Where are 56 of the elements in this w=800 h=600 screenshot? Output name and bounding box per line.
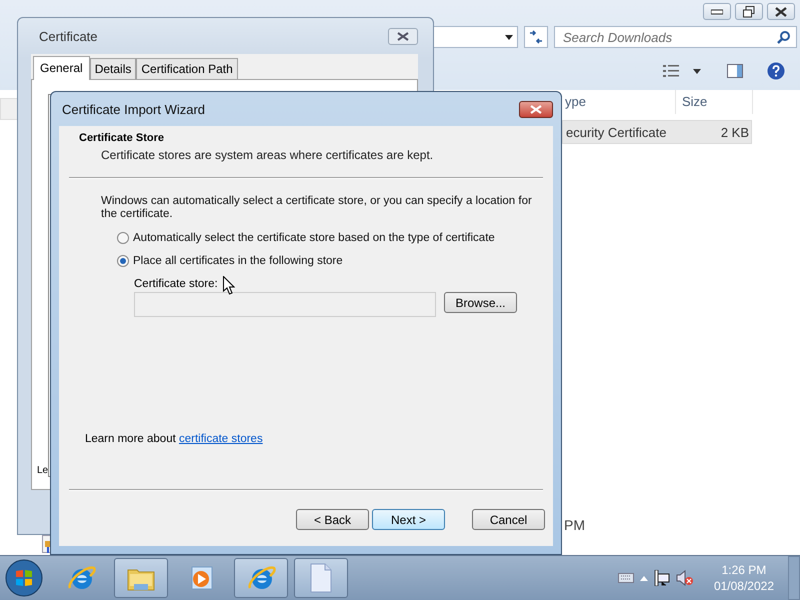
taskbar-button[interactable] — [114, 558, 168, 598]
close-icon — [775, 6, 787, 16]
search-icon — [777, 30, 791, 44]
restore-button[interactable] — [735, 3, 763, 20]
help-link[interactable]: certificate stores — [178, 433, 263, 445]
details-text: PM — [564, 517, 586, 533]
help-text: Learn more about certificate stores — [85, 433, 264, 445]
view-list-icon[interactable] — [663, 65, 679, 77]
close-button[interactable] — [388, 28, 418, 44]
minimize-icon — [711, 8, 723, 14]
clock-date: 01/08/2022 — [714, 578, 774, 594]
tab[interactable]: Details — [90, 58, 136, 79]
document-icon — [309, 563, 333, 593]
file-row[interactable]: ecurity Certificate 2 KB — [562, 120, 752, 144]
keyboard-icon[interactable] — [618, 573, 634, 583]
radio-option[interactable]: Automatically select the certificate store based on the type of certificate — [117, 232, 533, 244]
dropdown-icon[interactable] — [693, 68, 701, 74]
window-title: Certificate — [39, 28, 98, 44]
window-title: Certificate Import Wizard — [62, 102, 206, 116]
close-icon — [530, 104, 542, 114]
help-icon[interactable] — [767, 62, 785, 80]
tab[interactable]: General — [33, 56, 90, 80]
radio-button[interactable] — [117, 255, 129, 267]
field-label: Certificate store: — [134, 278, 218, 290]
refresh-button[interactable] — [524, 26, 548, 48]
close-button[interactable] — [519, 100, 553, 118]
radio-option[interactable]: Place all certificates in the following store — [117, 255, 533, 267]
network-icon[interactable] — [654, 570, 670, 586]
close-button[interactable] — [767, 3, 795, 20]
cursor-icon — [223, 276, 235, 295]
wizard-button[interactable]: < Back — [296, 509, 369, 530]
page-heading: Certificate Store — [79, 132, 165, 144]
taskbar-button[interactable] — [234, 558, 288, 598]
browse-button[interactable]: Browse... — [444, 292, 517, 313]
clock-time: 1:26 PM — [722, 562, 766, 578]
search-field[interactable]: Search Downloads — [554, 26, 797, 48]
file-type: ecurity Certificate — [565, 124, 668, 140]
dropdown-icon — [505, 34, 513, 40]
volume-muted-icon[interactable] — [676, 570, 694, 586]
close-icon — [397, 32, 409, 40]
browser-icon — [66, 564, 96, 592]
tab[interactable]: Certification Path — [136, 58, 238, 79]
column-header[interactable]: Size — [676, 90, 753, 114]
preview-pane-icon[interactable] — [727, 64, 743, 78]
page-description: Certificate stores are system areas where certificates are kept. — [100, 148, 434, 162]
radio-button[interactable] — [117, 232, 129, 244]
wizard-button[interactable]: Next > — [372, 509, 445, 530]
minimize-button[interactable] — [703, 3, 731, 20]
taskbar-button[interactable] — [294, 558, 348, 598]
file-size: 2 KB — [720, 124, 750, 140]
instruction-text: Windows can automatically select a certificate store, or you can specify a location for the certificate. — [101, 195, 533, 221]
wizard-button[interactable]: Cancel — [472, 509, 545, 530]
partial-text: Le — [37, 465, 50, 476]
refresh-icon — [528, 30, 544, 44]
restore-icon — [743, 6, 755, 18]
browser-icon — [246, 564, 276, 592]
